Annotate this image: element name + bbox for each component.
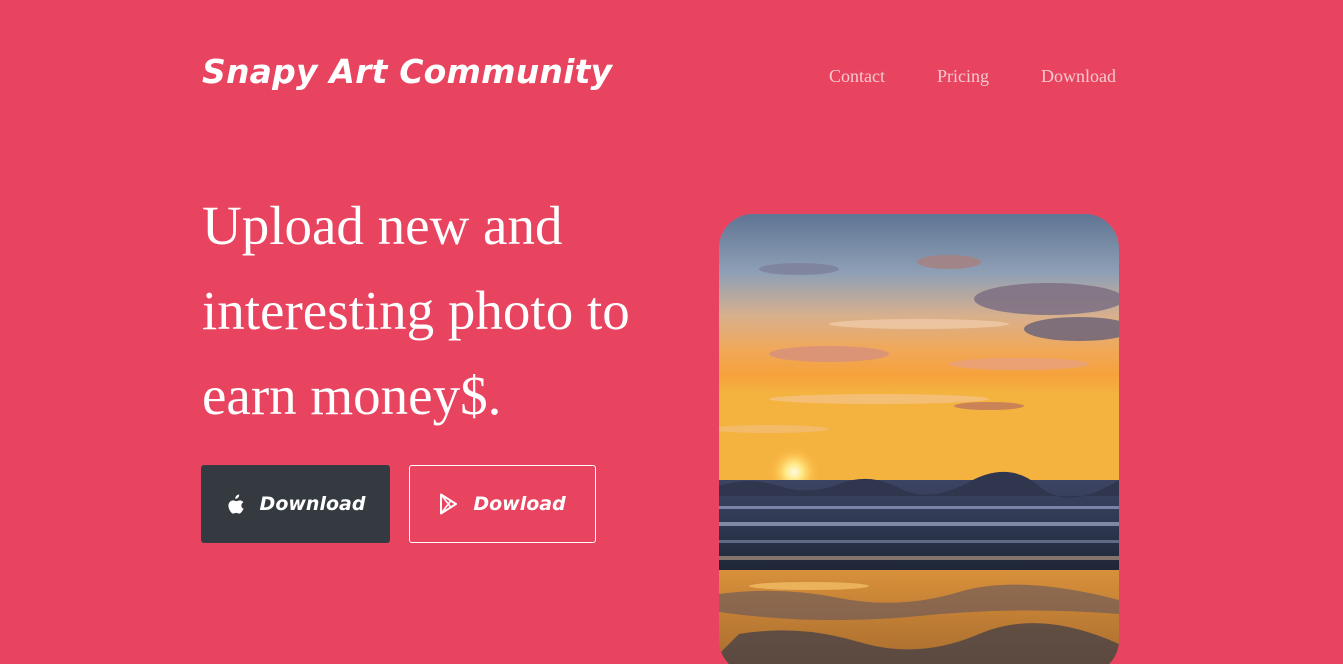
app-store-download-button[interactable]: Download <box>201 465 390 543</box>
google-play-download-button[interactable]: Dowload <box>409 465 596 543</box>
apple-icon <box>226 494 246 514</box>
sunset-beach-photo <box>719 214 1119 664</box>
google-play-icon <box>439 493 459 515</box>
landing-page: Snapy Art Community Contact Pricing Down… <box>0 0 1343 664</box>
nav-pricing-link[interactable]: Pricing <box>937 66 989 87</box>
app-store-download-label: Download <box>259 493 366 515</box>
brand-logo[interactable]: Snapy Art Community <box>202 52 612 91</box>
nav-download-link[interactable]: Download <box>1041 66 1116 87</box>
top-nav: Contact Pricing Download <box>829 66 1116 87</box>
google-play-download-label: Dowload <box>473 493 566 515</box>
hero-headline: Upload new and interesting photo to earn… <box>202 195 630 426</box>
nav-contact-link[interactable]: Contact <box>829 66 885 87</box>
